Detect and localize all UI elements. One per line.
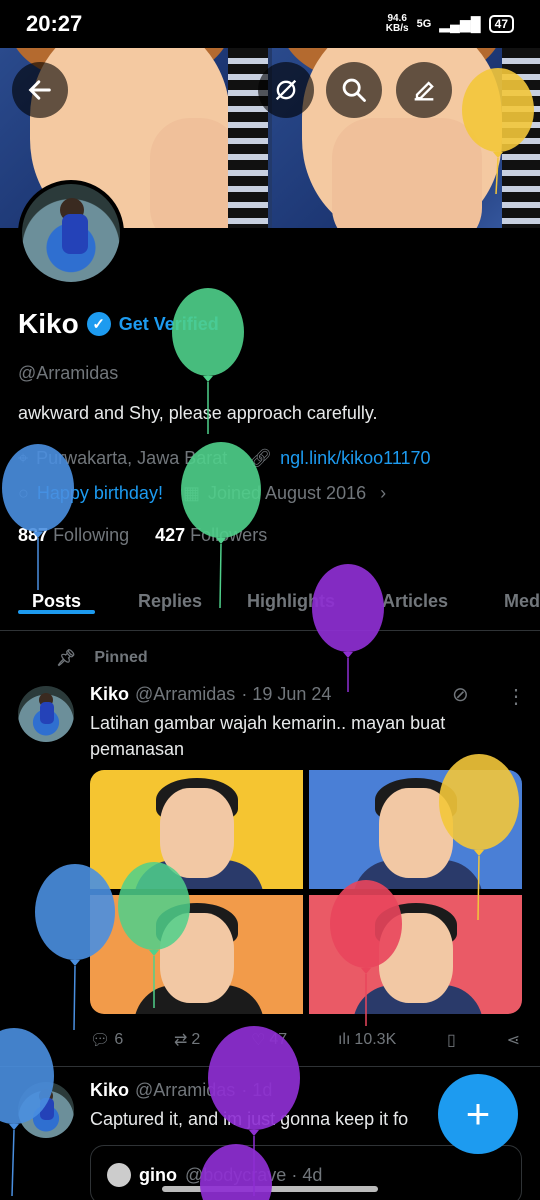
quote-avatar: [107, 1163, 131, 1187]
tweet-date: · 1d: [241, 1080, 273, 1100]
profile-bio: awkward and Shy, please approach careful…: [18, 403, 378, 423]
tweet-handle: @Arramidas: [135, 684, 236, 704]
net-speed: 94.6 KB/s: [385, 13, 409, 34]
reply-icon: 💬︎: [90, 1032, 111, 1049]
followers-link[interactable]: 427 Followers: [155, 525, 267, 546]
profile-meta-birthday-joined: ○ Happy birthday! ▦ Joined August 2016 ›: [18, 483, 386, 504]
tweet-header: Kiko @Arramidas · 19 Jun 24: [90, 684, 331, 705]
follow-stats: 887 Following 427 Followers: [18, 525, 267, 546]
pinned-label: Pinned: [94, 649, 148, 666]
share-button[interactable]: ⋖: [507, 1030, 520, 1050]
tweet-author[interactable]: Kiko: [90, 1080, 129, 1101]
calendar-icon: ▦: [182, 483, 200, 503]
tweet-avatar[interactable]: [18, 686, 74, 742]
status-icons: 94.6 KB/s 5G ▂▄▆█ 47: [386, 14, 514, 34]
profile-meta-location-link: ⌖ Purwakarta, Jawa Barat 🔗︎ ngl.link/kik…: [18, 448, 431, 469]
profile-tabs: Posts Replies Highlights Articles Med: [0, 575, 540, 631]
tweet-text: Captured it, and im just gonna keep it f…: [90, 1109, 409, 1129]
battery-icon: 47: [488, 15, 514, 33]
edit-profile-button[interactable]: [396, 62, 452, 118]
tweet-author[interactable]: Kiko: [90, 684, 129, 705]
joined-date: Joined August 2016: [207, 483, 367, 503]
reply-button[interactable]: 💬︎ 6: [90, 1030, 123, 1050]
quote-author: gino: [139, 1164, 177, 1185]
signal-bars-icon: ▂▄▆█: [439, 15, 481, 32]
profile-name-row: Kiko ✓ Get Verified: [18, 308, 219, 340]
tweet-divider: [0, 1066, 540, 1067]
pin-icon: 📌︎: [56, 650, 77, 667]
status-time: 20:27: [26, 11, 83, 36]
back-button[interactable]: [12, 62, 68, 118]
tab-replies[interactable]: Replies: [138, 575, 202, 612]
arrow-left-icon: [28, 80, 51, 100]
verified-badge-icon: ✓: [86, 312, 111, 336]
tweet-text: Latihan gambar wajah kemarin.. mayan bua…: [90, 713, 446, 759]
grok-button[interactable]: [258, 62, 314, 118]
bookmark-button[interactable]: ▯: [447, 1030, 456, 1050]
profile-avatar[interactable]: [18, 180, 124, 286]
status-bar: 20:27 94.6 KB/s 5G ▂▄▆█ 47: [0, 0, 540, 48]
quote-handle: @bodycrave · 4d: [185, 1164, 323, 1185]
chevron-right-icon[interactable]: ›: [380, 483, 386, 504]
profile-location: Purwakarta, Jawa Barat: [36, 448, 228, 468]
search-button[interactable]: [326, 62, 382, 118]
repost-icon: ⇄: [173, 1032, 188, 1049]
tab-media[interactable]: Med: [504, 575, 540, 612]
get-verified-link[interactable]: Get Verified: [119, 314, 219, 335]
following-link[interactable]: 887 Following: [18, 525, 129, 546]
tweet-avatar[interactable]: [18, 1082, 74, 1138]
slash-circle-icon: [275, 79, 297, 101]
share-icon: ⋖: [506, 1032, 520, 1049]
tab-highlights[interactable]: Highlights: [247, 575, 335, 612]
signal-label: 5G: [416, 18, 432, 30]
gesture-nav-bar[interactable]: [162, 1186, 378, 1192]
heart-icon: ♡: [251, 1032, 266, 1049]
tweet-date: · 19 Jun 24: [241, 684, 332, 704]
tweet-media-grid[interactable]: [90, 770, 522, 1014]
profile-handle: @Arramidas: [18, 363, 119, 383]
like-button[interactable]: ♡ 47: [251, 1030, 287, 1050]
tweet-handle: @Arramidas: [135, 1080, 236, 1100]
media-image[interactable]: [90, 895, 303, 1014]
compose-fab-button[interactable]: +: [438, 1074, 518, 1154]
birthday-text: Happy birthday!: [36, 483, 163, 503]
profile-link[interactable]: ngl.link/kikoo11170: [280, 448, 430, 469]
more-options-icon[interactable]: ⋮: [506, 684, 526, 709]
tab-posts[interactable]: Posts: [17, 575, 96, 614]
media-image[interactable]: [90, 770, 303, 889]
media-image[interactable]: [309, 895, 522, 1014]
location-icon: ⌖: [18, 448, 29, 468]
pinned-label-row: 📌︎ Pinned: [56, 648, 148, 668]
bookmark-icon: ▯: [447, 1032, 456, 1049]
tweet-header: Kiko @Arramidas · 1d: [90, 1080, 272, 1101]
link-icon: 🔗︎: [249, 448, 273, 468]
chart-icon: ılı: [337, 1031, 351, 1048]
grok-icon[interactable]: ⊘: [452, 682, 469, 707]
media-image[interactable]: [309, 770, 522, 889]
search-icon: [342, 78, 366, 102]
tweet-actions: 💬︎ 6 ⇄ 2 ♡ 47 ılı 10.3K ▯ ⋖: [90, 1030, 520, 1050]
views-button[interactable]: ılı 10.3K: [338, 1030, 396, 1050]
tab-articles[interactable]: Articles: [382, 575, 448, 612]
balloon-icon: ○: [18, 483, 29, 503]
repost-button[interactable]: ⇄ 2: [174, 1030, 200, 1050]
profile-name: Kiko: [18, 308, 79, 339]
edit-icon: [414, 81, 434, 101]
